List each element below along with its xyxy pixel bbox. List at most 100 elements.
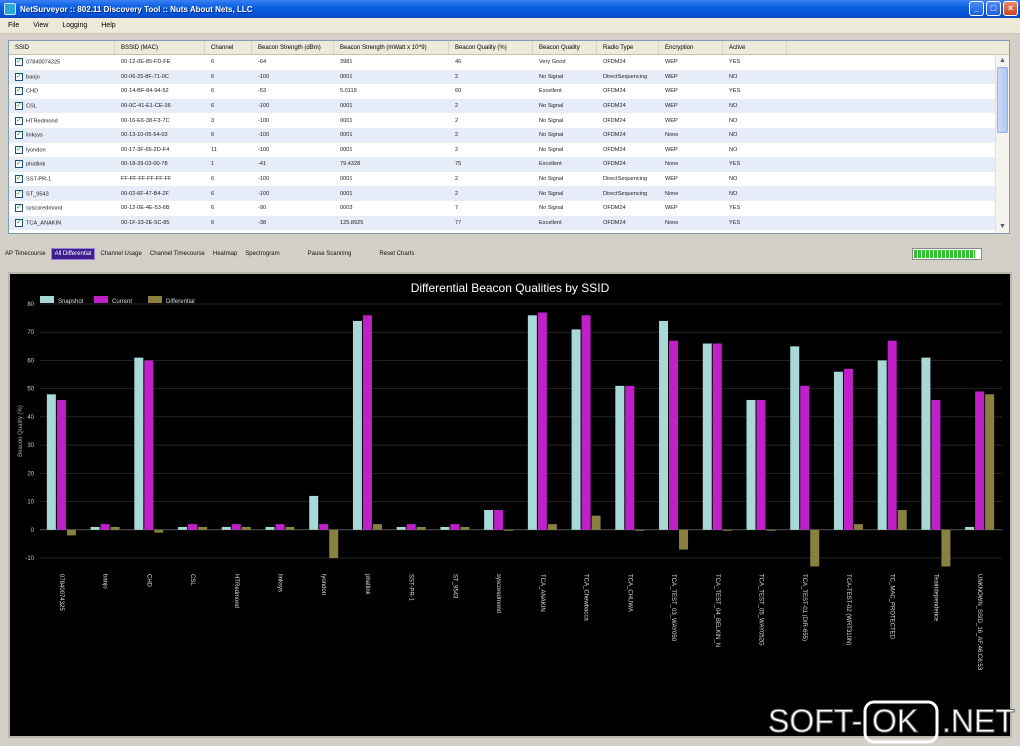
tab-spectrogram[interactable]: Spectrogram: [242, 249, 282, 259]
cell-text: -38: [258, 219, 267, 226]
cell-beacon-strength-mwatt: 3981: [334, 59, 449, 65]
reset-charts-button[interactable]: Reset Charts: [376, 249, 417, 259]
scroll-down-icon[interactable]: ▼: [997, 222, 1008, 232]
cell-beacon-quality: Excellent: [533, 161, 597, 167]
row-checkbox[interactable]: ✓: [15, 160, 23, 169]
row-checkbox[interactable]: ✓: [15, 204, 23, 213]
tab-channel-timecourse[interactable]: Channel Timecourse: [147, 249, 208, 259]
col-radio-type[interactable]: Radio Type: [597, 41, 659, 54]
col-ssid[interactable]: SSID: [9, 41, 115, 54]
table-row[interactable]: ✓ syscoredmond 00-12-0E-4E-53-6B 6 -90 0003 7 N…: [9, 201, 1009, 216]
bar-current: [450, 524, 460, 530]
scroll-up-icon[interactable]: ▲: [997, 56, 1008, 66]
menu-help[interactable]: Help: [101, 22, 115, 29]
cell-beacon-quality: No Signal: [533, 205, 597, 211]
watermark-ok: OK: [872, 703, 918, 739]
bar-snapshot: [877, 360, 887, 530]
table-row[interactable]: ✓ lyondon 00-17-3F-66-2D-F4 11 -100 0001 2 No S…: [9, 143, 1009, 158]
bar-current: [712, 343, 722, 530]
row-checkbox[interactable]: ✓: [15, 145, 23, 154]
row-checkbox[interactable]: ✓: [15, 131, 23, 140]
pause-scanning-button[interactable]: Pause Scanning: [305, 249, 355, 259]
table-row[interactable]: ✓ ST_9543 00-02-6F-47-B4-2F 6 -100 0001 2 No Si…: [9, 186, 1009, 201]
x-tick-label: CSL: [189, 574, 195, 586]
cell-beacon-quality: No Signal: [533, 176, 597, 182]
bar-differential: [198, 526, 208, 530]
cell-beacon-quality-pct: 2: [449, 191, 533, 197]
cell-text: -100: [258, 146, 270, 153]
tab-heatmap[interactable]: Heatmap: [210, 249, 240, 259]
cell-text: 2: [455, 146, 459, 153]
table-row[interactable]: ✓ linksys 00-13-10-05-54-03 6 -100 0001 2 No Si…: [9, 127, 1009, 143]
row-checkbox[interactable]: ✓: [15, 189, 23, 198]
cell-text: phatlink: [26, 161, 46, 168]
table-row[interactable]: ✓ TCA_ANAKIN 00-1F-33-2E-5C-85 6 -38 125.8925…: [9, 215, 1009, 231]
cell-text: 6: [211, 132, 215, 139]
row-checkbox[interactable]: ✓: [15, 218, 23, 227]
cell-text: 3: [211, 117, 215, 124]
row-checkbox[interactable]: ✓: [15, 87, 23, 96]
col-channel[interactable]: Channel: [205, 41, 252, 54]
cell-bssid: 00-02-6F-47-B4-2F: [115, 191, 205, 197]
table-row[interactable]: ✓ SST-PR-1 FF-FF-FF-FF-FF-FF 6 -100 0001 2 No S…: [9, 172, 1009, 187]
minimize-button[interactable]: _: [969, 1, 984, 16]
bar-snapshot: [440, 526, 450, 530]
tab-all-differential[interactable]: All Differential: [50, 248, 96, 260]
tab-ap-timecourse[interactable]: AP Timecourse: [2, 249, 49, 259]
cell-text: None: [665, 132, 679, 139]
cell-text: 2: [455, 132, 459, 139]
row-checkbox[interactable]: ✓: [15, 102, 23, 111]
table-row[interactable]: ✓ HTRedmond 00-16-E6-38-F3-7C 3 -100 0001 2 No …: [9, 113, 1009, 128]
row-checkbox[interactable]: ✓: [15, 116, 23, 125]
cell-bssid: 00-12-0E-4E-53-6B: [115, 205, 205, 211]
differential-chart: Differential Beacon Qualities by SSID -10…: [8, 272, 1012, 738]
cell-text: SST-PR-1: [26, 176, 52, 183]
cell-text: WEP: [665, 146, 678, 153]
table-row[interactable]: ✓ banjo 00-06-25-8F-71-0C 6 -100 0001 2 No Sign…: [9, 69, 1009, 85]
list-scrollbar[interactable]: ▲ ▼: [995, 55, 1009, 233]
cell-text: DirectSequencing: [603, 73, 648, 80]
y-tick-label: 10: [27, 500, 34, 506]
cell-beacon-strength-mwatt: 0001: [334, 147, 449, 153]
row-checkbox[interactable]: ✓: [15, 175, 23, 184]
cell-bssid: 00-13-10-05-54-03: [115, 132, 205, 138]
table-row[interactable]: ✓ CHD 00-14-BF-84-94-52 6 -53 5.0119 60 Excelle…: [9, 84, 1009, 99]
x-tick-label: phatlink: [364, 574, 370, 596]
bar-differential: [547, 524, 557, 530]
legend-swatch-snapshot: [40, 296, 54, 303]
col-beacon-strength-mwatt[interactable]: Beacon Strength (mWatt x 10^9): [334, 41, 449, 54]
row-checkbox[interactable]: ✓: [15, 72, 23, 81]
bar-current: [406, 524, 416, 530]
menu-file[interactable]: File: [8, 22, 19, 29]
cell-active: NO: [723, 74, 787, 80]
cell-text: 00-12-0E-85-FD-FE: [121, 59, 171, 66]
col-active[interactable]: Active: [723, 41, 787, 54]
cell-text: 07840074325: [26, 59, 61, 66]
y-tick-label: 80: [27, 302, 34, 308]
cell-beacon-quality: No Signal: [533, 191, 597, 197]
cell-beacon-strength-mwatt: 0001: [334, 103, 449, 109]
scroll-thumb[interactable]: [997, 67, 1008, 133]
menu-logging[interactable]: Logging: [62, 22, 87, 29]
cell-text: YES: [729, 205, 741, 212]
table-row[interactable]: ✓ phatlink 00-18-39-03-00-78 1 -41 79.4328 75 E…: [9, 157, 1009, 172]
row-checkbox[interactable]: ✓: [15, 58, 23, 67]
table-row[interactable]: ✓ CSL 00-0C-41-E1-CE-36 6 -100 0001 2 No Signal…: [9, 98, 1009, 114]
cell-encryption: WEP: [659, 147, 723, 153]
cell-encryption: WEP: [659, 59, 723, 65]
tab-channel-usage[interactable]: Channel Usage: [97, 249, 144, 259]
bar-differential: [372, 524, 382, 530]
col-bssid[interactable]: BSSID (MAC): [115, 41, 205, 54]
cell-text: No Signal: [539, 132, 564, 139]
y-tick-label: -10: [25, 556, 34, 562]
menu-view[interactable]: View: [33, 22, 48, 29]
col-beacon-quality[interactable]: Beacon Quality: [533, 41, 597, 54]
col-beacon-strength-dbm[interactable]: Beacon Strength (dBm): [252, 41, 334, 54]
col-encryption[interactable]: Encryption: [659, 41, 723, 54]
bar-snapshot: [178, 526, 188, 530]
col-beacon-quality-pct[interactable]: Beacon Quality (%): [449, 41, 533, 54]
cell-text: 0001: [340, 176, 353, 183]
close-button[interactable]: ×: [1003, 1, 1018, 16]
maximize-button[interactable]: □: [986, 1, 1001, 16]
table-row[interactable]: ✓ 07840074325 00-12-0E-85-FD-FE 6 -64 3981 46 V…: [9, 55, 1009, 70]
